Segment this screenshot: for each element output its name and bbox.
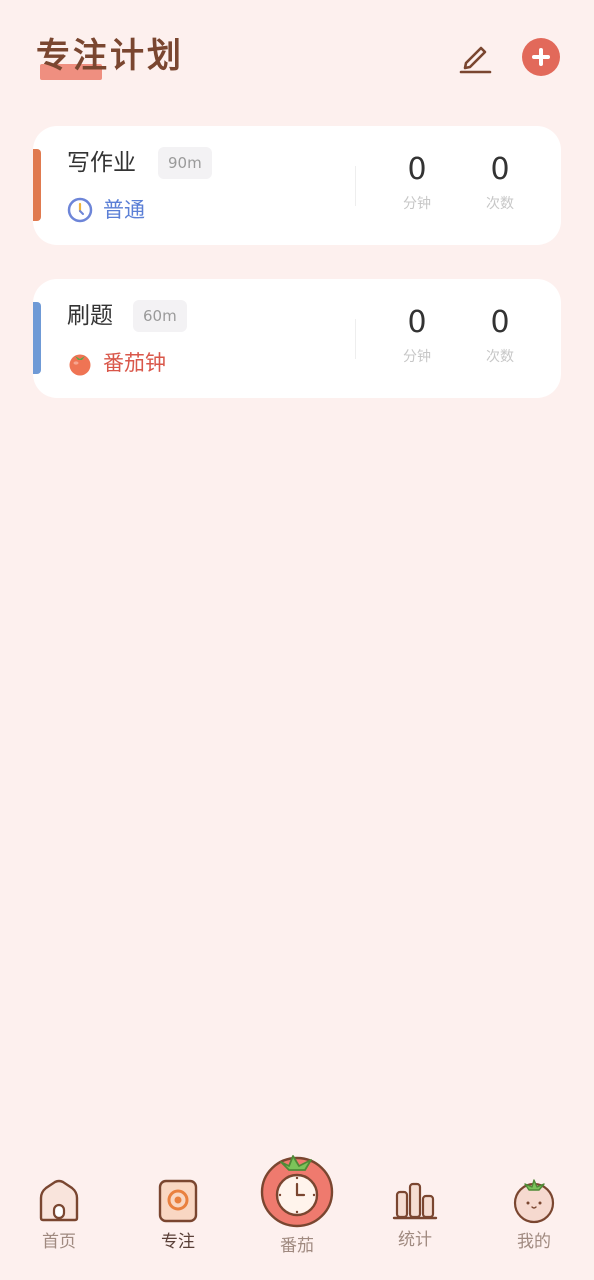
- minutes-label: 分钟: [403, 349, 431, 365]
- plan-name: 刷题: [67, 303, 113, 329]
- plan-mode-label: 番茄钟: [103, 351, 166, 375]
- clock-icon: [67, 197, 93, 223]
- tomato-clock-icon: [260, 1155, 334, 1228]
- bottom-tab-bar: 首页 专注 番茄 统计 我的: [0, 1140, 594, 1280]
- plan-card[interactable]: 刷题 60m 番茄钟 0 分钟 0 次数: [33, 279, 561, 398]
- count-label: 次数: [486, 349, 514, 365]
- plan-duration-badge: 60m: [133, 300, 187, 332]
- plan-mode: 普通: [67, 196, 145, 224]
- plan-accent-bar: [33, 149, 41, 221]
- count-stat: 0 次数: [460, 126, 540, 214]
- count-value: 0: [490, 152, 510, 187]
- tab-mine[interactable]: 我的: [489, 1178, 579, 1254]
- minutes-label: 分钟: [403, 196, 431, 212]
- page-title: 专注计划: [36, 36, 184, 76]
- minutes-stat: 0 分钟: [377, 279, 457, 367]
- count-label: 次数: [486, 196, 514, 212]
- tab-label: 首页: [42, 1232, 76, 1252]
- edit-button[interactable]: [456, 36, 496, 76]
- tab-label: 我的: [517, 1232, 551, 1252]
- tab-stats[interactable]: 统计: [370, 1178, 460, 1252]
- tab-label: 统计: [398, 1230, 432, 1250]
- focus-icon: [158, 1179, 198, 1223]
- tab-focus[interactable]: 专注: [133, 1178, 223, 1254]
- tomato-icon: [69, 354, 91, 376]
- page-title-wrap: 专注计划: [36, 34, 184, 84]
- bar-chart-icon: [392, 1182, 438, 1220]
- count-stat: 0 次数: [460, 279, 540, 367]
- tomato-face-icon: [513, 1179, 555, 1224]
- plan-accent-bar: [33, 302, 41, 374]
- tab-home[interactable]: 首页: [14, 1178, 104, 1254]
- edit-pencil-icon: [459, 46, 492, 74]
- divider: [355, 319, 356, 359]
- add-plan-button[interactable]: [522, 38, 560, 76]
- minutes-value: 0: [407, 305, 427, 340]
- minutes-stat: 0 分钟: [377, 126, 457, 214]
- plan-name: 写作业: [67, 150, 136, 176]
- divider: [355, 166, 356, 206]
- tab-tomato[interactable]: 番茄: [252, 1148, 342, 1258]
- tab-label: 专注: [161, 1232, 195, 1252]
- minutes-value: 0: [407, 152, 427, 187]
- plan-mode: 番茄钟: [67, 349, 166, 377]
- plan-card[interactable]: 写作业 90m 普通 0 分钟 0 次数: [33, 126, 561, 245]
- count-value: 0: [490, 305, 510, 340]
- tab-label: 番茄: [280, 1236, 314, 1256]
- home-icon: [39, 1179, 79, 1222]
- plan-duration-badge: 90m: [158, 147, 212, 179]
- plan-mode-label: 普通: [103, 198, 145, 222]
